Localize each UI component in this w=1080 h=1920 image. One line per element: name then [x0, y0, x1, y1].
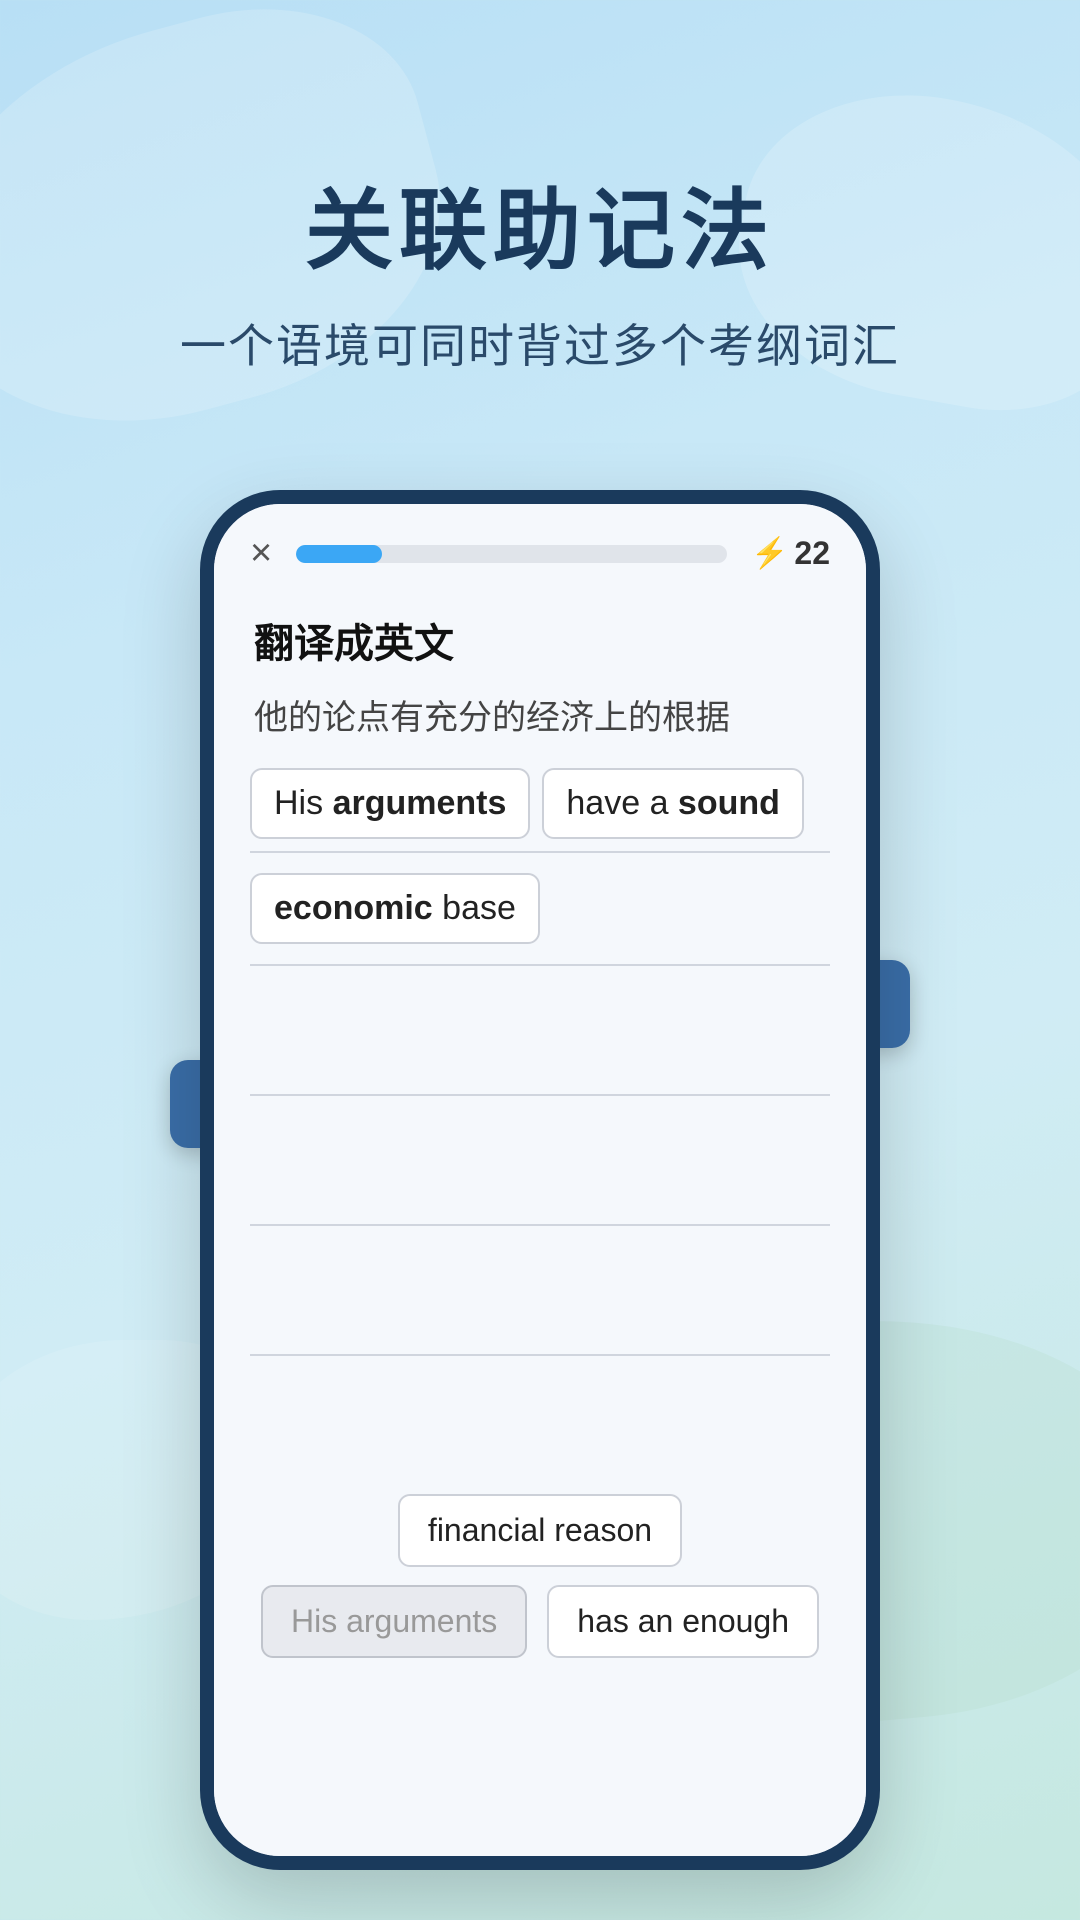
blank-input-area-3[interactable] [250, 1236, 830, 1356]
divider-1 [250, 851, 830, 853]
answer-row-1: His arguments have a sound [214, 768, 866, 839]
page-subtitle: 一个语境可同时背过多个考纲词汇 [0, 310, 1080, 376]
choice-his-arguments: His arguments [261, 1585, 527, 1658]
task-label: 翻译成英文 [214, 591, 866, 679]
choice-row-2: His arguments has an enough [250, 1585, 830, 1658]
chip-base-text: base [433, 889, 516, 927]
chip-have-a-sound[interactable]: have a sound [542, 768, 804, 839]
chip-economic-base[interactable]: economic base [250, 873, 540, 944]
chip-economic-bold: economic [274, 889, 433, 927]
phone-inner: × ⚡ 22 翻译成英文 他的论点有充分的经济上的根据 His argument… [214, 504, 866, 1856]
choice-financial-reason[interactable]: financial reason [398, 1494, 682, 1567]
choice-has-enough-text: has an enough [577, 1603, 789, 1639]
phone-frame: × ⚡ 22 翻译成英文 他的论点有充分的经济上的根据 His argument… [200, 490, 880, 1870]
choice-row-1: financial reason [250, 1494, 830, 1567]
choice-financial-text: financial reason [428, 1512, 652, 1548]
score-value: 22 [794, 535, 830, 572]
phone-status-bar: × ⚡ 22 [214, 504, 866, 591]
blank-input-area-2[interactable] [250, 1106, 830, 1226]
blank-input-area[interactable] [250, 976, 830, 1096]
lightning-icon: ⚡ [751, 536, 788, 571]
phone-mockup-container: 考纲词汇 考纲词汇 考纲词汇 × ⚡ 22 翻译成英文 他的论点有充分的经济上的… [200, 490, 880, 1870]
choice-his-arguments-text: His arguments [291, 1603, 497, 1639]
close-button[interactable]: × [250, 532, 272, 575]
progress-fill [296, 545, 382, 563]
page-title: 关联助记法 [0, 160, 1080, 287]
divider-2 [250, 964, 830, 966]
answer-row-2: economic base [214, 861, 866, 956]
chinese-sentence: 他的论点有充分的经济上的根据 [214, 679, 866, 768]
bottom-choices: financial reason His arguments has an en… [214, 1494, 866, 1676]
progress-bar [296, 545, 727, 563]
chip-have-text: have a [566, 784, 678, 822]
chip-sound-bold: sound [678, 784, 780, 822]
chip-his-text: His [274, 784, 333, 822]
chip-his-arguments[interactable]: His arguments [250, 768, 530, 839]
choice-has-an-enough[interactable]: has an enough [547, 1585, 819, 1658]
chip-arguments-bold: arguments [333, 784, 507, 822]
score-area: ⚡ 22 [751, 535, 830, 572]
